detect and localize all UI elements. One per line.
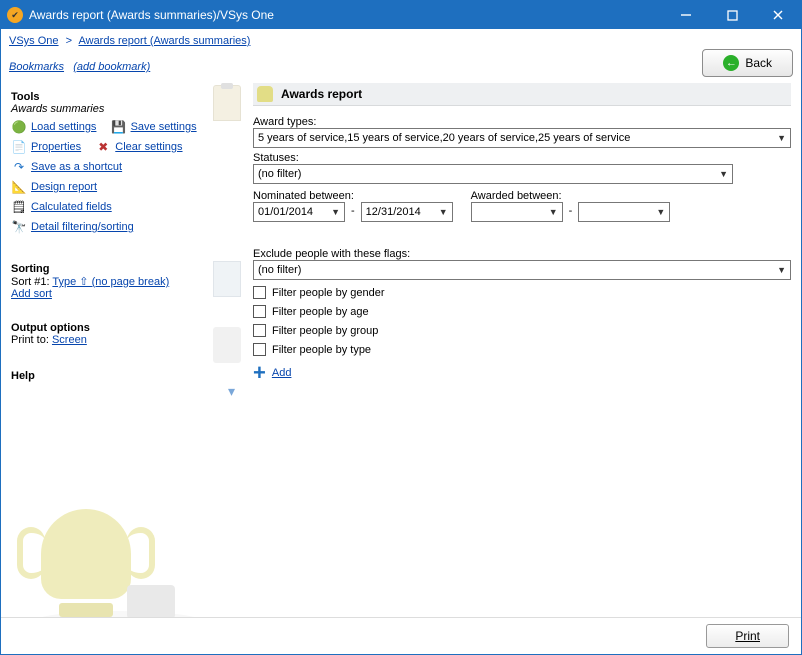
clear-settings-link[interactable]: Clear settings: [115, 141, 182, 153]
maximize-button[interactable]: [709, 1, 755, 29]
filter-age-checkbox[interactable]: [253, 305, 266, 318]
filter-group-label: Filter people by group: [272, 325, 378, 337]
award-types-label: Award types:: [253, 116, 791, 128]
tools-subtitle: Awards summaries: [11, 103, 245, 115]
output-title: Output options: [11, 322, 245, 334]
chevron-down-icon: ▼: [549, 207, 558, 217]
chevron-down-icon: ▼: [331, 207, 340, 217]
nominated-from-value: 01/01/2014: [258, 206, 313, 218]
printer-icon: [213, 327, 241, 363]
sort1-row: Sort #1: Type ⇧ (no page break): [11, 275, 245, 288]
minimize-icon: [680, 9, 692, 21]
nominated-from-date[interactable]: 01/01/2014 ▼: [253, 202, 345, 222]
back-button-label: Back: [745, 56, 772, 70]
date-dash: -: [567, 205, 575, 220]
award-types-dropdown[interactable]: 5 years of service,15 years of service,2…: [253, 128, 791, 148]
back-button[interactable]: ← Back: [702, 49, 793, 77]
print-button[interactable]: Print: [706, 624, 789, 648]
bookmarks-link[interactable]: Bookmarks: [9, 61, 64, 73]
statuses-label: Statuses:: [253, 152, 791, 164]
clipboard-icon: [213, 85, 241, 121]
maximize-icon: [727, 10, 738, 21]
chevron-down-icon: ▼: [777, 265, 786, 275]
print-to-label: Print to:: [11, 334, 52, 346]
print-button-label: Print: [735, 629, 760, 643]
sort1-prefix: Sort #1:: [11, 276, 52, 288]
filter-age-label: Filter people by age: [272, 306, 369, 318]
load-settings-link[interactable]: Load settings: [31, 121, 96, 133]
sidebar: ▾ Tools Awards summaries 🟢 Load settings…: [1, 81, 251, 617]
print-to-link[interactable]: Screen: [52, 334, 87, 346]
detail-filtering-link[interactable]: Detail filtering/sorting: [31, 221, 134, 233]
filter-gender-label: Filter people by gender: [272, 287, 385, 299]
load-icon: 🟢: [11, 119, 27, 135]
breadcrumb-root[interactable]: VSys One: [9, 35, 59, 47]
calc-icon: 🗒: [11, 199, 27, 215]
nominated-to-value: 12/31/2014: [366, 206, 421, 218]
awarded-label: Awarded between:: [471, 190, 671, 202]
panel-header: Awards report: [253, 83, 791, 106]
header-row: VSys One > Awards report (Awards summari…: [1, 29, 801, 81]
help-title: Help: [11, 370, 245, 382]
chevron-down-icon: ▼: [439, 207, 448, 217]
shortcut-icon: ↷: [11, 159, 27, 175]
design-icon: 📐: [11, 179, 27, 195]
trophy-printer-icon: [127, 585, 175, 617]
save-icon: 💾: [111, 119, 127, 135]
properties-icon: 📄: [11, 139, 27, 155]
design-report-link[interactable]: Design report: [31, 181, 97, 193]
add-filter-link[interactable]: Add: [272, 367, 292, 379]
main-panel: Awards report Award types: 5 years of se…: [251, 81, 801, 617]
app-icon: ✔: [7, 7, 23, 23]
window-titlebar: ✔ Awards report (Awards summaries)/VSys …: [1, 1, 801, 29]
save-settings-link[interactable]: Save settings: [131, 121, 197, 133]
date-dash: -: [349, 205, 357, 220]
exclude-value: (no filter): [258, 264, 301, 276]
calendar-icon: [213, 261, 241, 297]
nominated-label: Nominated between:: [253, 190, 453, 202]
clear-icon: ✖: [95, 139, 111, 155]
footer: Print: [1, 617, 801, 654]
awarded-to-date[interactable]: ▼: [578, 202, 670, 222]
help-chevron-icon: ▾: [228, 383, 235, 400]
award-types-value: 5 years of service,15 years of service,2…: [258, 132, 630, 144]
breadcrumb-separator: >: [62, 35, 76, 47]
chevron-down-icon: ▼: [777, 133, 786, 143]
panel-title: Awards report: [281, 87, 362, 101]
exclude-flags-dropdown[interactable]: (no filter) ▼: [253, 260, 791, 280]
filter-type-checkbox[interactable]: [253, 343, 266, 356]
trophy-decoration: [41, 509, 131, 617]
awarded-from-date[interactable]: ▼: [471, 202, 563, 222]
save-shortcut-link[interactable]: Save as a shortcut: [31, 161, 122, 173]
binoculars-icon: 🔭: [11, 219, 27, 235]
minimize-button[interactable]: [663, 1, 709, 29]
window-title: Awards report (Awards summaries)/VSys On…: [29, 8, 663, 22]
chevron-down-icon: ▼: [719, 169, 728, 179]
sorting-title: Sorting: [11, 263, 245, 275]
add-sort-link[interactable]: Add sort: [11, 288, 52, 300]
trophy-icon: [257, 86, 273, 102]
filter-gender-checkbox[interactable]: [253, 286, 266, 299]
filter-group-checkbox[interactable]: [253, 324, 266, 337]
plus-icon: +: [253, 366, 266, 380]
exclude-label: Exclude people with these flags:: [253, 248, 791, 260]
nominated-to-date[interactable]: 12/31/2014 ▼: [361, 202, 453, 222]
close-icon: [772, 9, 784, 21]
statuses-dropdown[interactable]: (no filter) ▼: [253, 164, 733, 184]
add-bookmark-link[interactable]: (add bookmark): [73, 61, 150, 73]
filter-type-label: Filter people by type: [272, 344, 371, 356]
tools-title: Tools: [11, 91, 245, 103]
close-button[interactable]: [755, 1, 801, 29]
breadcrumb-current[interactable]: Awards report (Awards summaries): [78, 35, 250, 47]
calculated-fields-link[interactable]: Calculated fields: [31, 201, 112, 213]
back-arrow-icon: ←: [723, 55, 739, 71]
statuses-value: (no filter): [258, 168, 301, 180]
sort1-link[interactable]: Type ⇧ (no page break): [52, 276, 169, 288]
properties-link[interactable]: Properties: [31, 141, 81, 153]
breadcrumb: VSys One > Awards report (Awards summari…: [9, 35, 702, 47]
chevron-down-icon: ▼: [656, 207, 665, 217]
